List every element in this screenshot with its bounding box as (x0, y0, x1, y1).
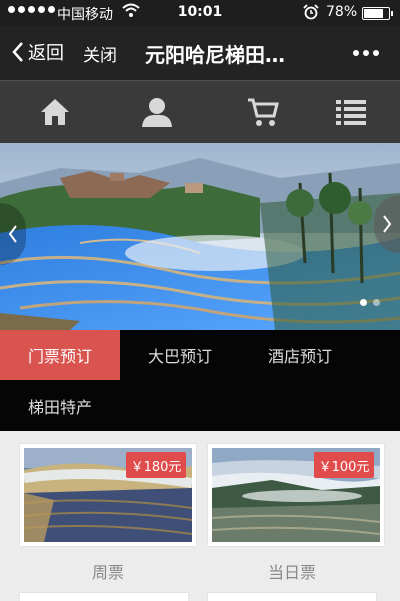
close-button[interactable]: 关闭 (83, 41, 117, 66)
banner-carousel[interactable] (0, 143, 400, 330)
back-button[interactable]: 返回 (12, 39, 64, 65)
chevron-left-icon (8, 225, 17, 243)
more-dots-icon[interactable] (353, 50, 379, 56)
list-button[interactable] (301, 81, 400, 143)
tab-hotel[interactable]: 酒店预订 (240, 330, 360, 380)
status-bar: 中国移动 10:01 78% (0, 0, 400, 26)
list-icon (336, 100, 366, 125)
product-card[interactable]: ￥180元 (20, 444, 196, 546)
battery-icon (362, 7, 393, 20)
price-badge: ￥180元 (126, 452, 186, 478)
tab-bus[interactable]: 大巴预订 (120, 330, 240, 380)
slide-dot[interactable] (373, 299, 380, 306)
battery-percent: 78% (326, 4, 358, 20)
chevron-left-icon (12, 42, 23, 62)
product-name[interactable]: 周票 (20, 559, 196, 583)
chevron-right-icon (383, 215, 392, 233)
product-name[interactable]: 当日票 (204, 559, 380, 583)
user-button[interactable] (107, 81, 207, 143)
back-label: 返回 (28, 43, 64, 64)
home-button[interactable] (5, 81, 105, 143)
product-card[interactable]: ￥100元 (208, 444, 384, 546)
cart-button[interactable] (213, 81, 313, 143)
tab-specialty[interactable]: 梯田特产 (0, 381, 120, 431)
menu-bar (0, 80, 400, 143)
tab-ticket[interactable]: 门票预订 (0, 330, 120, 380)
alarm-icon (303, 4, 319, 24)
nav-bar: 返回 关闭 元阳哈尼梯田… (0, 26, 400, 80)
home-icon (41, 99, 69, 125)
slide-dot[interactable] (360, 299, 367, 306)
price-badge: ￥100元 (314, 452, 374, 478)
user-icon (142, 98, 172, 127)
cart-icon (248, 98, 279, 126)
slide-indicator (360, 299, 380, 306)
category-tabs: 门票预订 大巴预订 酒店预订 梯田特产 (0, 330, 400, 431)
page-title: 元阳哈尼梯田… (145, 43, 285, 67)
banner-image (0, 143, 400, 330)
